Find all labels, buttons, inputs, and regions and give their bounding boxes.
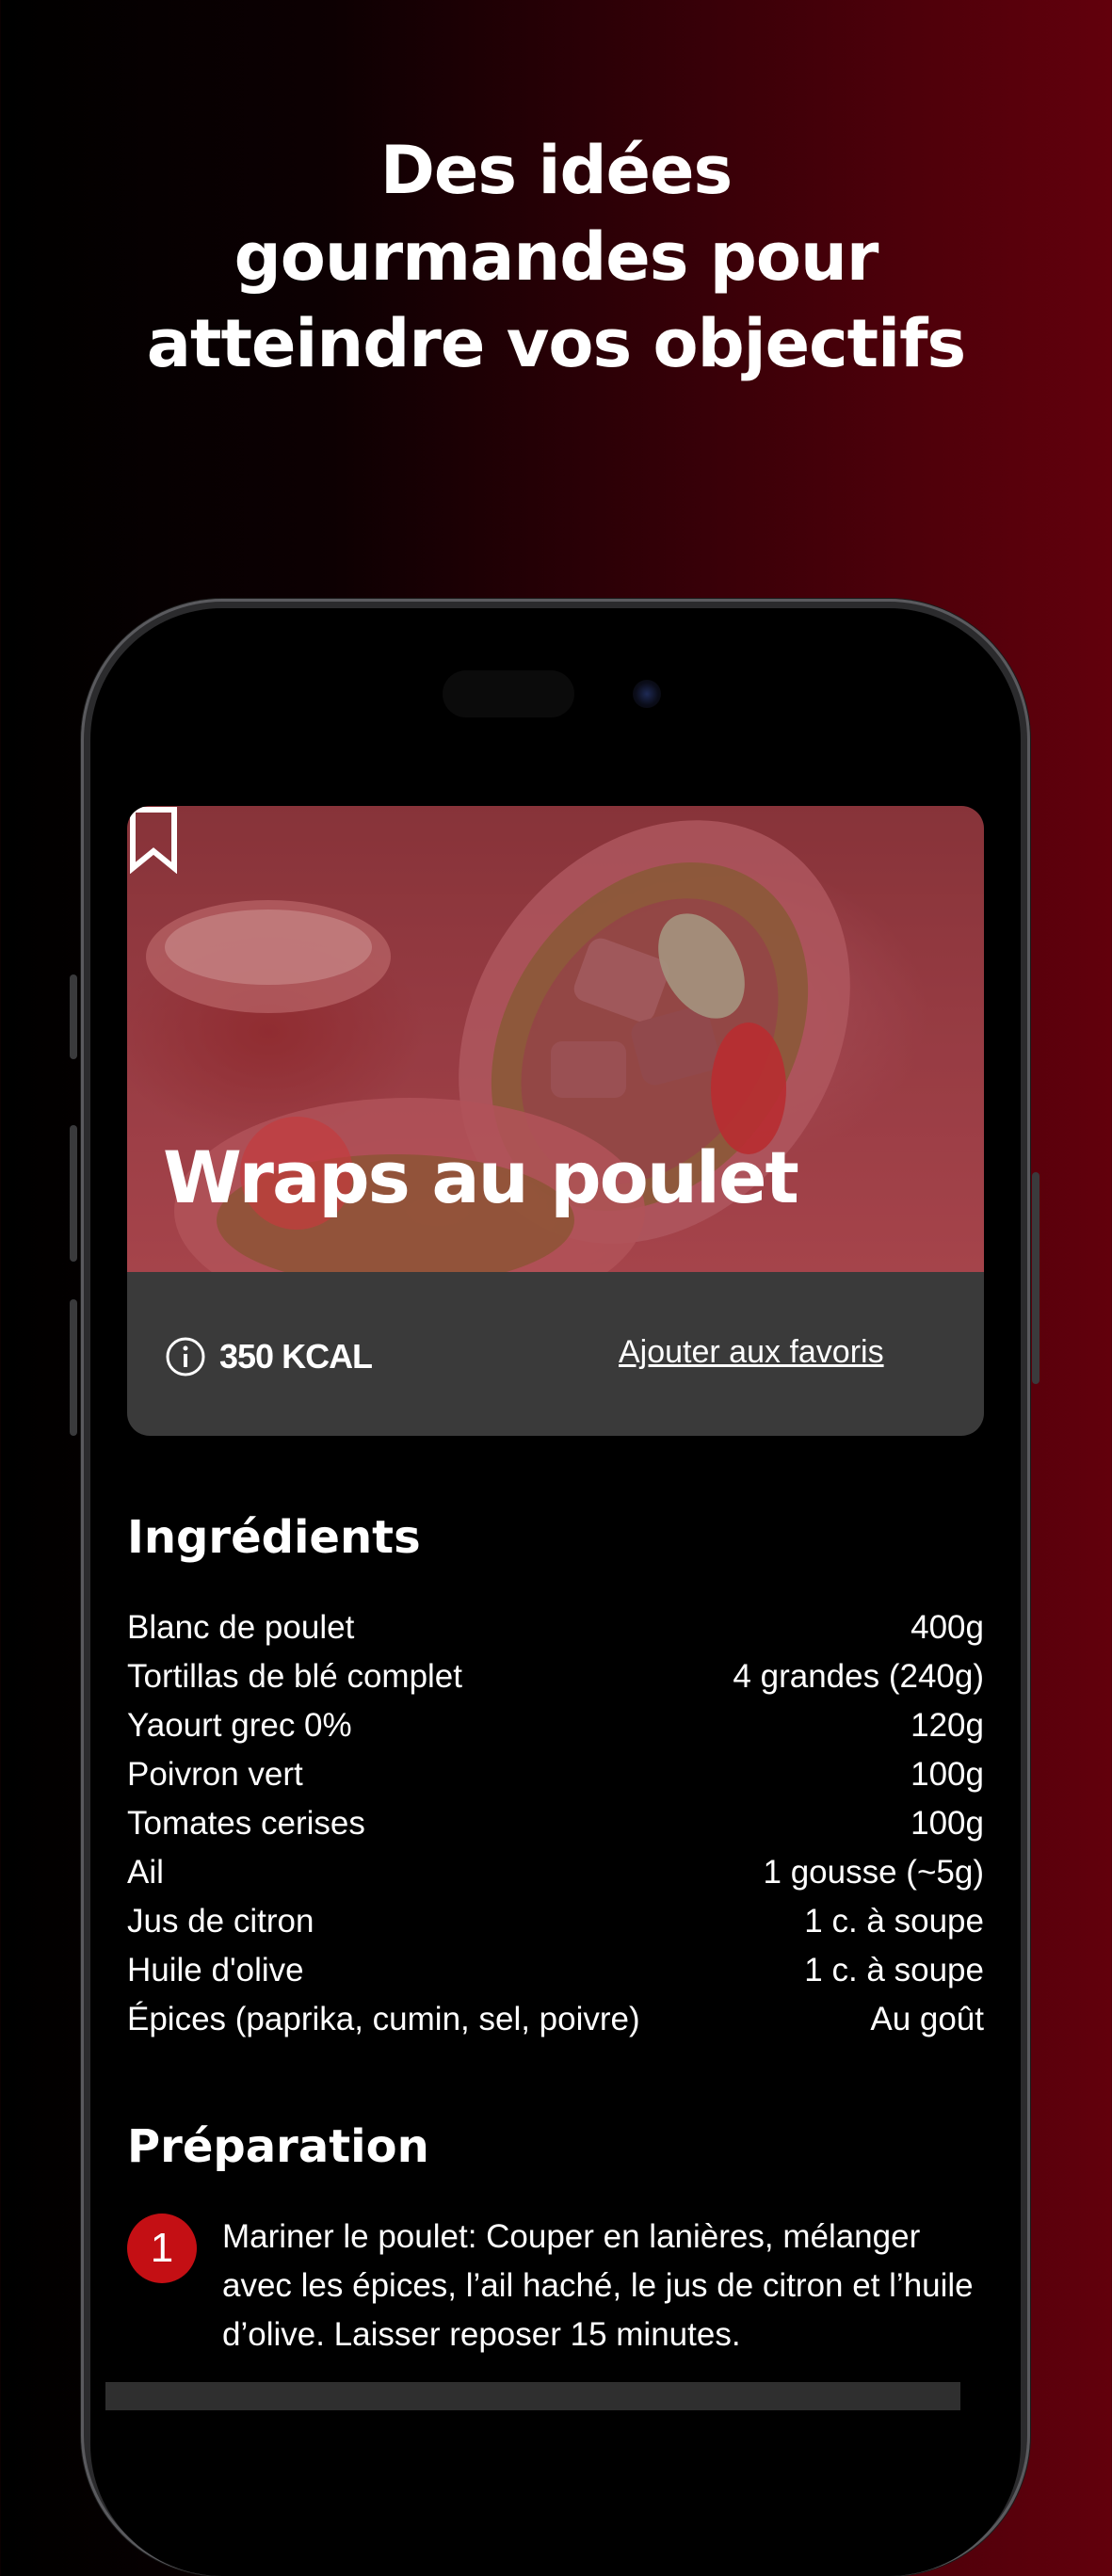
ingredient-row: Jus de citron 1 c. à soupe (127, 1897, 984, 1946)
phone-power-button (1032, 1172, 1039, 1384)
bookmark-icon[interactable] (127, 806, 180, 874)
recipe-title: Wraps au poulet (163, 1135, 799, 1219)
ingredient-name: Yaourt grec 0% (127, 1707, 352, 1744)
headline-line-2: gourmandes pour (234, 218, 879, 296)
ingredient-name: Épices (paprika, cumin, sel, poivre) (127, 2001, 640, 2037)
phone-side-button (70, 1299, 77, 1436)
ingredient-name: Huile d'olive (127, 1952, 304, 1988)
ingredients-title: Ingrédients (127, 1511, 421, 1564)
ingredient-row: Poivron vert 100g (127, 1750, 984, 1799)
ingredient-quantity: 120g (911, 1707, 984, 1744)
ingredient-name: Blanc de poulet (127, 1609, 355, 1646)
calories-value: 350 KCAL (219, 1337, 373, 1376)
step-text: Mariner le poulet: Couper en lanières, m… (222, 2218, 974, 2353)
ingredient-quantity: 100g (911, 1756, 984, 1793)
ingredient-quantity: Au goût (870, 2001, 984, 2037)
recipe-info-bar: 350 KCAL Ajouter aux favoris (127, 1272, 984, 1436)
phone-side-button (70, 974, 77, 1059)
headline-line-1: Des idées (379, 132, 733, 209)
ingredient-quantity: 4 grandes (240g) (733, 1658, 984, 1695)
add-to-favorites-link[interactable]: Ajouter aux favoris (619, 1334, 884, 1371)
calories-info: 350 KCAL (165, 1336, 373, 1377)
ingredient-name: Ail (127, 1854, 164, 1891)
headline-line-3: atteindre vos objectifs (146, 305, 966, 382)
ingredient-row: Tortillas de blé complet 4 grandes (240g) (127, 1652, 984, 1701)
ingredient-quantity: 1 gousse (~5g) (763, 1854, 984, 1891)
ingredient-quantity: 1 c. à soupe (804, 1903, 984, 1940)
phone-side-button (70, 1125, 77, 1262)
ingredient-quantity: 1 c. à soupe (804, 1952, 984, 1988)
ingredient-row: Yaourt grec 0% 120g (127, 1701, 984, 1750)
ingredient-row: Huile d'olive 1 c. à soupe (127, 1946, 984, 1995)
marketing-headline: Des idées gourmandes pour atteindre vos … (0, 127, 1112, 387)
bottom-overlay-bar (105, 2382, 960, 2410)
ingredient-row: Épices (paprika, cumin, sel, poivre) Au g… (127, 1995, 984, 2044)
step-number-badge: 1 (127, 2214, 197, 2283)
preparation-title: Préparation (127, 2120, 429, 2173)
ingredient-name: Poivron vert (127, 1756, 303, 1793)
ingredient-quantity: 400g (911, 1609, 984, 1646)
ingredient-row: Blanc de poulet 400g (127, 1603, 984, 1652)
ingredient-row: Tomates cerises 100g (127, 1799, 984, 1848)
front-camera (633, 680, 661, 708)
recipe-hero-image: Wraps au poulet (127, 806, 984, 1272)
ingredient-quantity: 100g (911, 1805, 984, 1842)
ingredient-name: Tortillas de blé complet (127, 1658, 462, 1695)
ingredient-name: Jus de citron (127, 1903, 314, 1940)
info-icon (166, 1337, 205, 1377)
ingredient-row: Ail 1 gousse (~5g) (127, 1848, 984, 1897)
ingredients-list: Blanc de poulet 400g Tortillas de blé com… (127, 1603, 984, 2044)
ingredient-name: Tomates cerises (127, 1805, 365, 1842)
dynamic-island (443, 670, 574, 717)
